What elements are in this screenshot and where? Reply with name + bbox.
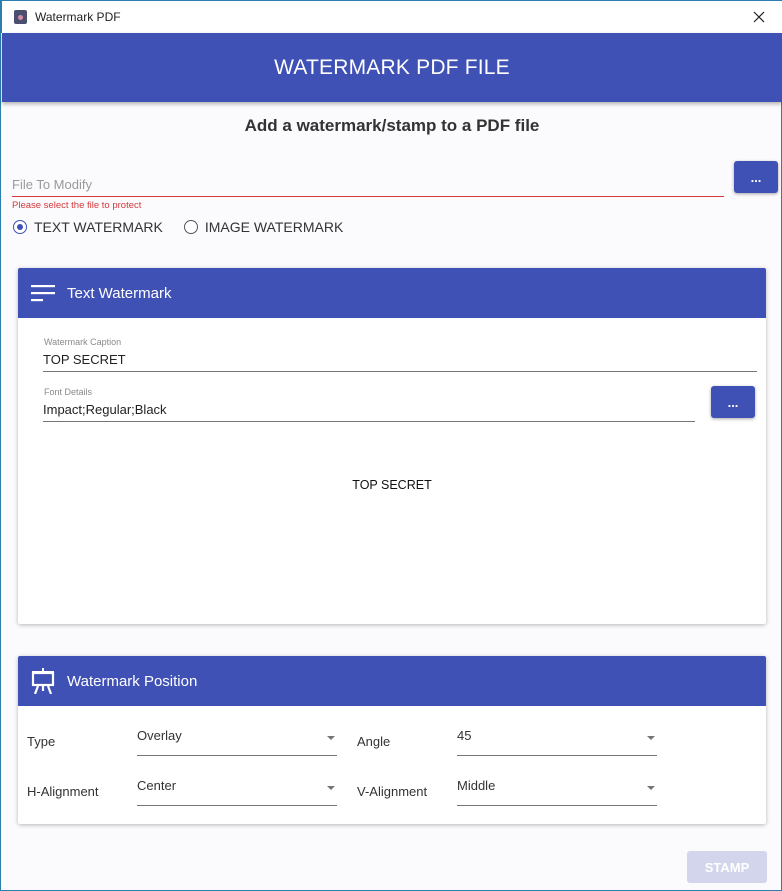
text-lines-icon bbox=[30, 281, 56, 305]
h-alignment-label: H-Alignment bbox=[27, 784, 99, 799]
type-label: Type bbox=[27, 734, 56, 749]
title-bar: Watermark PDF bbox=[1, 0, 782, 33]
app-icon bbox=[14, 10, 27, 24]
choose-font-button[interactable]: ... bbox=[711, 386, 755, 418]
close-button[interactable] bbox=[736, 1, 782, 33]
stamp-button[interactable]: STAMP bbox=[687, 851, 767, 883]
angle-label: Angle bbox=[357, 734, 391, 749]
type-value: Overlay bbox=[137, 728, 182, 743]
radio-label: TEXT WATERMARK bbox=[34, 219, 163, 235]
radio-text-watermark[interactable]: TEXT WATERMARK bbox=[13, 219, 163, 235]
presentation-easel-icon bbox=[30, 668, 56, 694]
angle-select[interactable]: 45 bbox=[457, 726, 657, 756]
radio-checked-icon bbox=[13, 220, 27, 234]
page-subtitle: Add a watermark/stamp to a PDF file bbox=[244, 116, 540, 135]
h-alignment-select[interactable]: Center bbox=[137, 776, 337, 806]
caption-label: Watermark Caption bbox=[44, 337, 122, 347]
watermark-position-card: Watermark Position Type Overlay Angle 45… bbox=[18, 656, 766, 824]
watermark-position-title: Watermark Position bbox=[67, 672, 198, 690]
radio-unchecked-icon bbox=[183, 220, 198, 234]
angle-value: 45 bbox=[457, 728, 472, 743]
caption-input[interactable]: TOP SECRET bbox=[43, 352, 757, 372]
chevron-down-icon bbox=[327, 736, 335, 740]
text-watermark-card: Text Watermark Watermark Caption TOP SEC… bbox=[18, 268, 766, 624]
app-header: WATERMARK PDF FILE bbox=[2, 33, 782, 102]
chevron-down-icon bbox=[647, 736, 655, 740]
chevron-down-icon bbox=[327, 786, 335, 790]
watermark-position-header: Watermark Position bbox=[18, 656, 766, 706]
watermark-preview: TOP SECRET bbox=[352, 478, 432, 492]
close-icon bbox=[753, 11, 765, 23]
app-window: Watermark PDF WATERMARK PDF FILE Add a w… bbox=[0, 0, 782, 891]
radio-image-watermark[interactable]: IMAGE WATERMARK bbox=[183, 219, 344, 235]
text-watermark-title: Text Watermark bbox=[67, 284, 172, 302]
text-watermark-header: Text Watermark bbox=[18, 268, 766, 318]
v-alignment-label: V-Alignment bbox=[357, 784, 428, 799]
file-error-message: Please select the file to protect bbox=[12, 200, 142, 211]
font-details-input[interactable]: Impact;Regular;Black bbox=[43, 402, 695, 422]
watermark-mode-radio-group: TEXT WATERMARK IMAGE WATERMARK bbox=[13, 219, 364, 235]
v-alignment-value: Middle bbox=[457, 778, 496, 793]
browse-file-button[interactable]: ... bbox=[734, 161, 778, 193]
v-alignment-select[interactable]: Middle bbox=[457, 776, 657, 806]
window-title: Watermark PDF bbox=[35, 10, 121, 24]
radio-label: IMAGE WATERMARK bbox=[204, 219, 344, 235]
app-header-title: WATERMARK PDF FILE bbox=[274, 55, 510, 79]
file-to-modify-input[interactable] bbox=[12, 172, 724, 192]
type-select[interactable]: Overlay bbox=[137, 726, 337, 756]
file-to-modify-field[interactable] bbox=[12, 172, 724, 197]
h-alignment-value: Center bbox=[137, 778, 177, 793]
chevron-down-icon bbox=[647, 786, 655, 790]
font-details-label: Font Details bbox=[44, 387, 93, 397]
